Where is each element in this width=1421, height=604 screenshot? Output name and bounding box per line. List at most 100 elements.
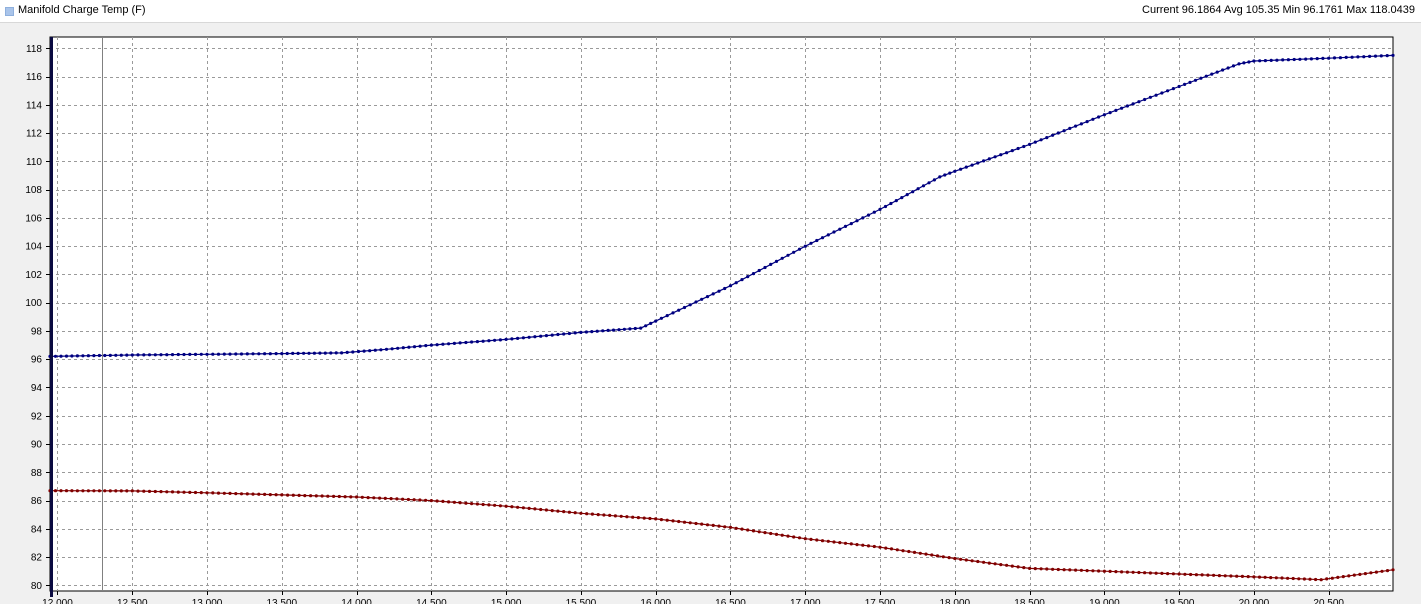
data-point bbox=[334, 351, 338, 355]
data-point bbox=[1074, 124, 1078, 128]
data-point bbox=[70, 489, 74, 493]
data-point bbox=[911, 190, 915, 194]
data-point bbox=[1215, 70, 1219, 74]
data-point bbox=[70, 354, 74, 358]
data-point bbox=[280, 352, 284, 356]
data-point bbox=[373, 348, 377, 352]
data-point bbox=[611, 328, 616, 332]
data-point bbox=[1039, 567, 1043, 571]
y-tick-label: 106 bbox=[25, 213, 42, 224]
x-tick-label: 15.500 bbox=[566, 598, 597, 604]
data-point bbox=[257, 352, 261, 356]
data-point bbox=[481, 339, 485, 343]
data-point bbox=[1206, 573, 1210, 577]
data-point bbox=[1229, 574, 1233, 578]
data-point bbox=[130, 353, 134, 357]
data-point bbox=[188, 352, 192, 356]
data-point bbox=[757, 268, 761, 273]
data-point bbox=[1257, 575, 1262, 579]
data-point bbox=[780, 533, 784, 537]
data-point bbox=[296, 351, 300, 355]
data-point bbox=[947, 556, 951, 560]
data-point bbox=[654, 517, 658, 521]
data-point bbox=[378, 496, 382, 500]
data-point bbox=[1137, 100, 1141, 104]
data-point bbox=[188, 490, 192, 494]
data-point bbox=[1226, 66, 1230, 70]
data-point bbox=[314, 494, 318, 498]
data-point bbox=[170, 353, 175, 357]
x-tick-label: 20.000 bbox=[1239, 598, 1270, 604]
data-point bbox=[1200, 573, 1204, 577]
data-point bbox=[1336, 575, 1340, 580]
y-axis: 80 82 84 86 88 90 92 94 96 98 100 102 104 106 108 110 11… bbox=[25, 44, 50, 592]
data-point bbox=[711, 292, 715, 296]
data-point bbox=[481, 502, 485, 507]
data-point bbox=[786, 534, 790, 538]
data-point bbox=[193, 490, 198, 495]
data-point bbox=[1131, 570, 1135, 574]
data-point bbox=[1321, 56, 1325, 61]
data-point bbox=[1148, 95, 1152, 99]
data-point bbox=[447, 342, 451, 346]
data-point bbox=[1028, 566, 1032, 571]
data-point bbox=[92, 354, 96, 358]
data-point bbox=[452, 341, 456, 345]
data-point bbox=[1332, 56, 1337, 60]
x-tick-label: 13.500 bbox=[267, 598, 298, 604]
data-point bbox=[53, 489, 58, 493]
data-point bbox=[498, 338, 502, 342]
data-point bbox=[1068, 568, 1072, 572]
data-point bbox=[103, 353, 107, 358]
data-point bbox=[142, 353, 146, 357]
data-point bbox=[59, 489, 63, 493]
plot-area[interactable] bbox=[49, 36, 1394, 592]
data-point bbox=[1022, 144, 1026, 149]
series-color-swatch[interactable] bbox=[5, 7, 14, 16]
data-point bbox=[932, 178, 937, 182]
data-point bbox=[1385, 54, 1389, 58]
x-tick-label: 17.500 bbox=[865, 598, 896, 604]
x-tick-label: 12.000 bbox=[42, 598, 73, 604]
data-point bbox=[1097, 569, 1101, 573]
data-point bbox=[1330, 576, 1334, 580]
data-point bbox=[1074, 568, 1078, 572]
data-point bbox=[326, 494, 330, 498]
data-point bbox=[1199, 76, 1203, 80]
data-point bbox=[1051, 133, 1055, 137]
data-point bbox=[274, 352, 278, 356]
range-start-marker[interactable] bbox=[50, 37, 53, 597]
data-point bbox=[820, 539, 825, 543]
data-point bbox=[562, 332, 566, 336]
data-point bbox=[585, 512, 589, 516]
data-point bbox=[424, 498, 428, 502]
x-tick-label: 12.500 bbox=[117, 598, 148, 604]
data-point bbox=[1212, 573, 1216, 577]
data-point bbox=[516, 336, 520, 340]
data-point bbox=[803, 244, 807, 248]
data-point bbox=[1221, 68, 1225, 72]
data-point bbox=[921, 184, 926, 188]
data-point bbox=[302, 351, 306, 355]
data-point bbox=[349, 495, 353, 499]
line-chart[interactable]: 80 82 84 86 88 90 92 94 96 98 100 102 104 106 108 110 11… bbox=[0, 22, 1421, 604]
data-point bbox=[379, 348, 383, 352]
data-point bbox=[407, 345, 411, 349]
x-axis: 12.000 12.500 13.000 13.500 14.000 14.500 15.0… bbox=[42, 591, 1344, 604]
data-point bbox=[1286, 58, 1290, 62]
data-point bbox=[1240, 574, 1244, 579]
data-point bbox=[1210, 72, 1214, 76]
data-point bbox=[769, 262, 773, 266]
data-point bbox=[103, 489, 107, 493]
data-point bbox=[601, 329, 605, 333]
data-point bbox=[606, 328, 610, 332]
data-point bbox=[1102, 113, 1106, 117]
data-point bbox=[901, 549, 905, 553]
data-point bbox=[573, 511, 577, 515]
x-tick-label: 18.000 bbox=[940, 598, 971, 604]
data-point bbox=[418, 344, 422, 348]
data-point bbox=[291, 493, 295, 497]
data-point bbox=[521, 336, 526, 340]
x-tick-label: 19.500 bbox=[1164, 598, 1195, 604]
data-point bbox=[861, 216, 865, 220]
